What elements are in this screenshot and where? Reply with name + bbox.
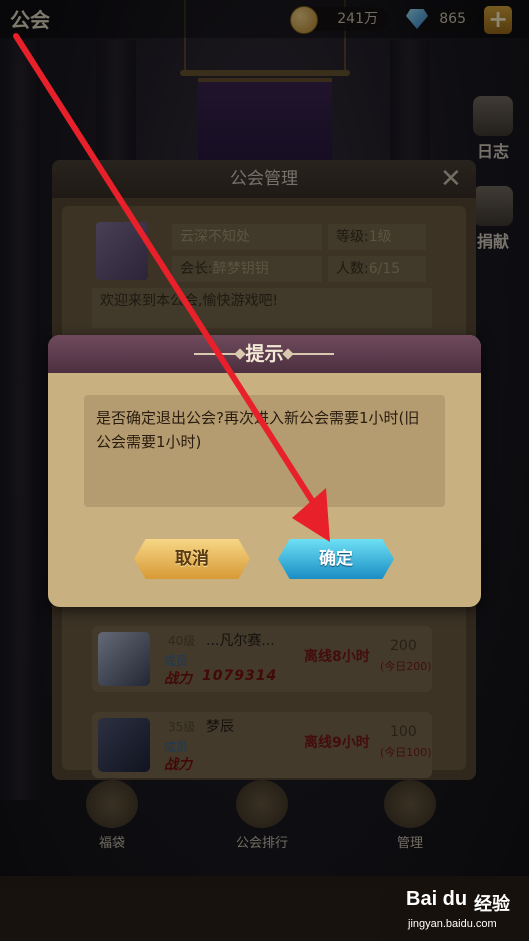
dialog-title: 提示 bbox=[245, 343, 284, 365]
watermark-name: 经验 bbox=[474, 894, 510, 915]
confirm-button[interactable]: 确定 bbox=[278, 539, 394, 579]
dialog-header: 提示 bbox=[48, 335, 481, 373]
watermark-url: jingyan.baidu.com bbox=[408, 918, 497, 930]
baidu-watermark: Bai du 经验 jingyan.baidu.com bbox=[402, 880, 524, 938]
cancel-button[interactable]: 取消 bbox=[134, 539, 250, 579]
confirm-dialog: 提示 是否确定退出公会?再次进入新公会需要1小时(旧公会需要1小时) 取消 确定 bbox=[48, 335, 481, 607]
dialog-message: 是否确定退出公会?再次进入新公会需要1小时(旧公会需要1小时) bbox=[84, 395, 445, 507]
watermark-logo: Bai du bbox=[406, 888, 468, 910]
